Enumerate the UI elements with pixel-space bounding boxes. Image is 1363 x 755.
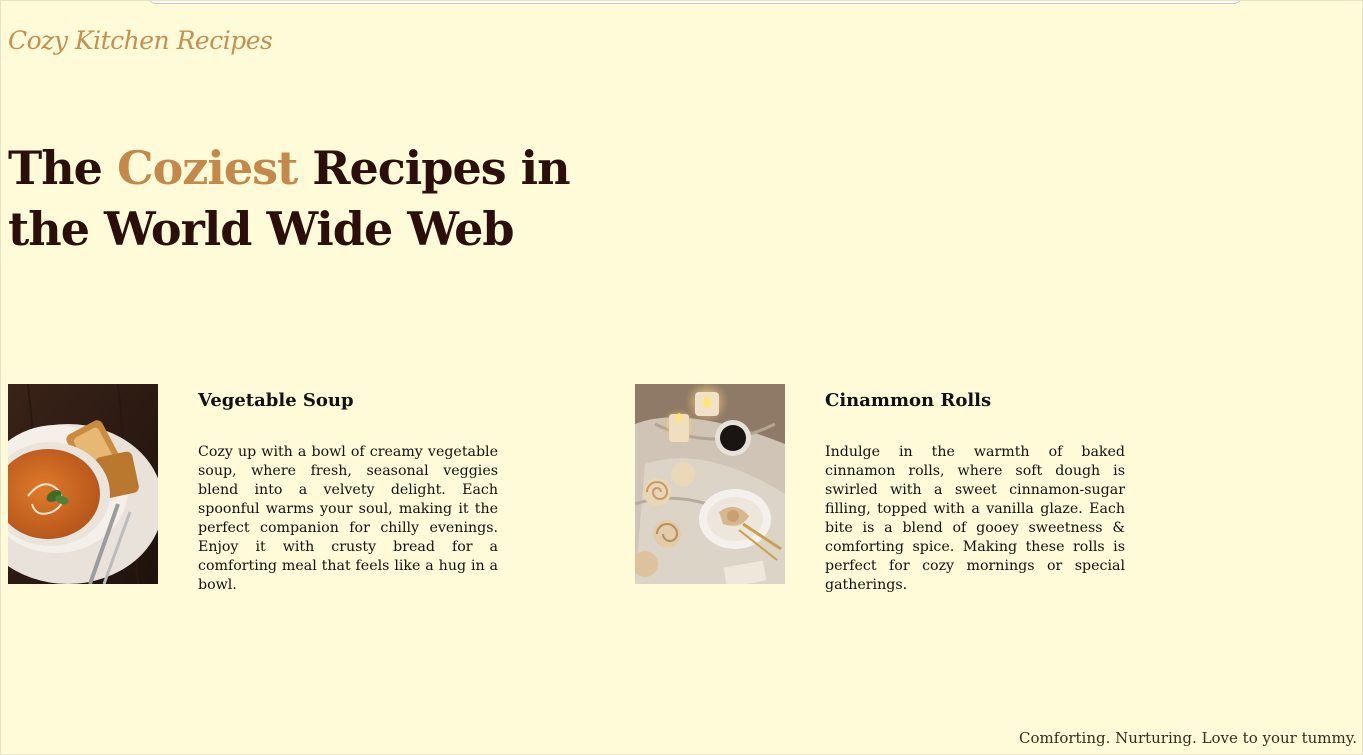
recipe-description-vegetable-soup: Cozy up with a bowl of creamy vegetable … [198, 444, 498, 593]
soup-photo-illustration [8, 384, 158, 584]
recipe-title-cinnamon-rolls[interactable]: Cinammon Rolls [825, 390, 991, 411]
hero-line-2: the World Wide Web [8, 202, 515, 256]
recipe-description-cinnamon-rolls: Indulge in the warmth of baked cinnamon … [825, 444, 1125, 593]
site-logo[interactable]: Cozy Kitchen Recipes [8, 26, 273, 55]
footer-tagline: Comforting. Nurturing. Love to your tumm… [1019, 729, 1357, 747]
browser-top-edge [148, 0, 1242, 4]
rolls-photo-illustration [635, 384, 785, 584]
cinnamon-rolls-image[interactable] [635, 384, 785, 584]
recipe-title-vegetable-soup[interactable]: Vegetable Soup [198, 390, 354, 411]
page-border [0, 0, 1363, 755]
vegetable-soup-image[interactable] [8, 384, 158, 584]
hero-heading: The Coziest Recipes in the World Wide Web [8, 138, 608, 260]
hero-accent-word: Coziest [116, 141, 298, 195]
hero-text-pre: The [8, 141, 117, 195]
hero-text-post: Recipes in [297, 141, 570, 195]
